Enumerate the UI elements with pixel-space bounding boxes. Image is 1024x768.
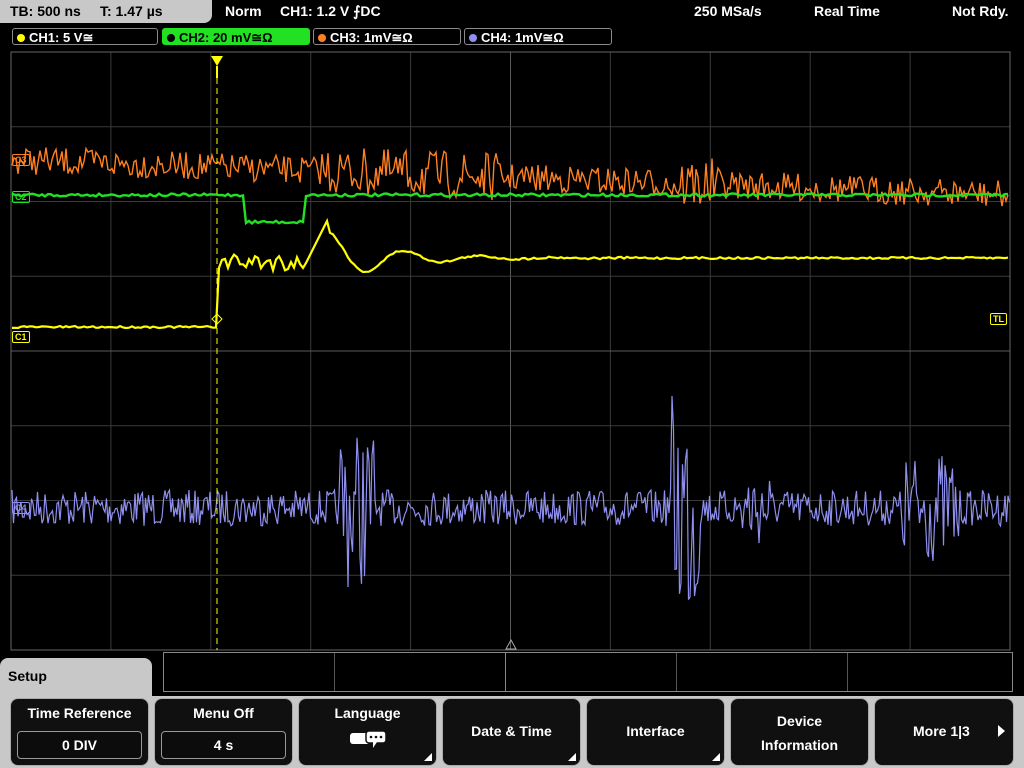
time-reference-value[interactable]: 0 DIV	[17, 731, 142, 759]
secondary-display-frame	[163, 652, 1013, 692]
menu-off-value[interactable]: 4 s	[161, 731, 286, 759]
trigger-level-marker[interactable]: TL	[990, 313, 1007, 325]
menu-title-tab: Setup	[0, 658, 152, 698]
device-information-label-1: Device	[776, 713, 823, 729]
interface-label: Interface	[626, 723, 685, 739]
menu-title: Setup	[8, 668, 47, 684]
device-information-label-2: Information	[761, 737, 838, 753]
ch4-offset-marker[interactable]: C4	[12, 502, 30, 514]
waveform-display[interactable]	[0, 0, 1024, 700]
more-softkey[interactable]: More 1|3	[874, 698, 1014, 766]
menu-off-label: Menu Off	[193, 705, 254, 721]
trigger-position-marker[interactable]	[211, 56, 223, 66]
next-page-icon	[998, 725, 1005, 737]
interface-softkey[interactable]: Interface	[586, 698, 725, 766]
date-time-label: Date & Time	[471, 723, 552, 739]
device-information-softkey[interactable]: Device Information	[730, 698, 869, 766]
language-softkey[interactable]: Language	[298, 698, 437, 766]
language-label: Language	[334, 705, 401, 721]
ch3-offset-marker[interactable]: C3	[12, 154, 30, 166]
speech-bubbles-icon	[350, 730, 387, 748]
ch1-offset-marker[interactable]: C1	[12, 331, 30, 343]
time-reference-label: Time Reference	[27, 705, 132, 721]
time-reference-softkey[interactable]: Time Reference 0 DIV	[10, 698, 149, 766]
ch2-offset-marker[interactable]: C2	[12, 191, 30, 203]
menu-off-softkey[interactable]: Menu Off 4 s	[154, 698, 293, 766]
graticule	[10, 51, 1011, 651]
date-time-softkey[interactable]: Date & Time	[442, 698, 581, 766]
